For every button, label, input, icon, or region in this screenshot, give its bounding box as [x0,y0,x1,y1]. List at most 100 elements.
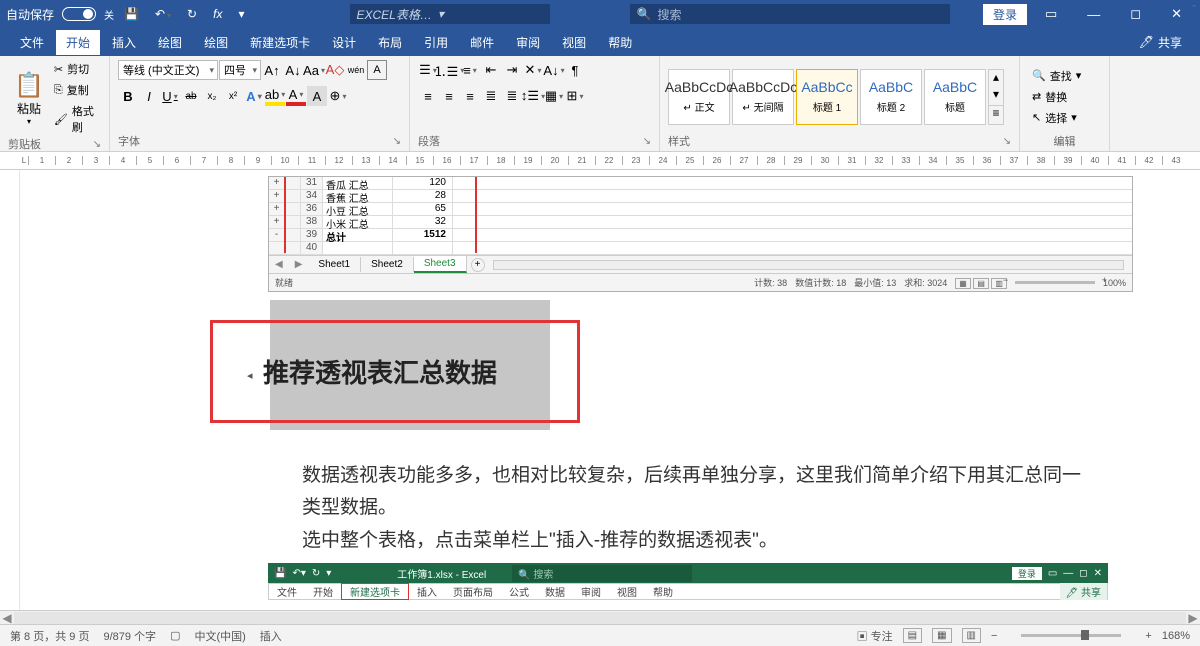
zoom-in-icon[interactable]: + [1145,630,1151,642]
minimize-icon[interactable]: — [1075,1,1112,28]
highlight-icon[interactable]: ab [265,86,285,106]
paste-button[interactable]: 📋 粘贴 ▾ [8,69,50,128]
mini-tab-3[interactable]: 插入 [409,584,445,599]
justify-icon[interactable]: ≣ [481,86,501,106]
tab-home[interactable]: 开始 [56,30,100,55]
tab-mail[interactable]: 邮件 [460,30,504,55]
number-list-icon[interactable]: ⒈☰ [439,60,459,80]
tab-newtab[interactable]: 新建选项卡 [240,30,320,55]
italic-button[interactable]: I [139,86,159,106]
tab-ref[interactable]: 引用 [414,30,458,55]
mini-tab-1[interactable]: 开始 [305,584,341,599]
table-row[interactable]: +36小豆 汇总65 [269,203,1132,216]
mini-tab-7[interactable]: 审阅 [573,584,609,599]
tab-draw1[interactable]: 绘图 [148,30,192,55]
find-button[interactable]: 🔍查找 ▾ [1028,67,1085,85]
clear-format-icon[interactable]: A◇ [325,60,345,80]
distribute-icon[interactable]: ≣ [502,86,522,106]
mini-tab-8[interactable]: 视图 [609,584,645,599]
style-card-1[interactable]: AaBbCcDc↵ 无间隔 [732,69,794,125]
mini-tab-4[interactable]: 页面布局 [445,584,501,599]
undo-icon[interactable]: ↶ [149,3,177,25]
style-card-4[interactable]: AaBbC标题 [924,69,986,125]
asian-layout-icon[interactable]: ✕ [523,60,543,80]
mini-undo-icon[interactable]: ↶▾ [292,568,305,579]
styles-more-icon[interactable]: ≡ [989,105,1003,124]
maximize-icon[interactable]: ◻ [1118,0,1153,28]
tab-layout[interactable]: 布局 [368,30,412,55]
subscript-button[interactable]: x₂ [202,86,222,106]
mini-mode-icon[interactable]: ▭ [1048,568,1057,579]
collapse-ribbon-icon[interactable]: ˆ [1192,4,1196,16]
format-painter-button[interactable]: 🖌格式刷 [50,102,101,136]
replace-button[interactable]: ⇄替换 [1028,88,1085,106]
mini-tab-9[interactable]: 帮助 [645,584,681,599]
status-page[interactable]: 第 8 页，共 9 页 [10,628,89,644]
align-left-icon[interactable]: ≡ [418,86,438,106]
heading-text[interactable]: 推荐透视表汇总数据 [263,358,497,388]
mini-maximize-icon[interactable]: ◻ [1079,568,1087,579]
status-focus[interactable]: ▣ 专注 [857,628,893,644]
sort-icon[interactable]: A↓ [544,60,564,80]
underline-button[interactable]: U [160,86,180,106]
paragraph-1[interactable]: 数据透视表功能多多，也相对比较复杂，后续再单独分享，这里我们简单介绍下用其汇总同… [302,460,1092,525]
cut-button[interactable]: ✂剪切 [50,60,101,78]
search-box[interactable]: 🔍 搜索 [630,4,950,24]
multilevel-list-icon[interactable]: ≡ [460,60,480,80]
view-read-icon[interactable]: ▤ [903,628,922,643]
excel-view-layout-icon[interactable]: ▤ [973,278,989,289]
tab-draw2[interactable]: 绘图 [194,30,238,55]
status-mode[interactable]: 插入 [260,628,282,644]
text-effects-icon[interactable]: A [244,86,264,106]
clipboard-expand-icon[interactable]: ↘ [93,139,101,150]
fx-icon[interactable]: fx [207,3,228,25]
mini-tab-0[interactable]: 文件 [269,584,305,599]
sheet-nav-next-icon[interactable]: ▶ [289,259,309,270]
sheet-tab-2[interactable]: Sheet2 [361,257,414,272]
table-row[interactable]: +34香蕉 汇总28 [269,190,1132,203]
zoom-out-icon[interactable]: − [991,630,997,642]
bold-button[interactable]: B [118,86,138,106]
share-button[interactable]: 🖊 共享 [1131,30,1190,55]
sheet-scrollbar[interactable] [493,260,1124,270]
excel-view-normal-icon[interactable]: ▦ [955,278,971,289]
phonetic-icon[interactable]: wén [346,60,366,80]
styles-expand-icon[interactable]: ↘ [1003,136,1011,147]
font-size-select[interactable]: 四号 [219,60,261,80]
char-border-icon[interactable]: A [367,60,387,80]
redo-icon[interactable]: ↻ [181,3,203,25]
shrink-font-icon[interactable]: A↓ [283,60,303,80]
mini-close-icon[interactable]: ✕ [1094,568,1102,579]
mini-save-icon[interactable]: 💾 [274,568,286,579]
strike-button[interactable]: ab [181,86,201,106]
sheet-tab-3[interactable]: Sheet3 [414,256,467,273]
table-row[interactable]: -39总计1512 [269,229,1132,242]
tab-review[interactable]: 审阅 [506,30,550,55]
vertical-ruler[interactable] [0,170,20,610]
char-shading-icon[interactable]: A [307,86,327,106]
style-card-2[interactable]: AaBbCc标题 1 [796,69,858,125]
align-right-icon[interactable]: ≡ [460,86,480,106]
show-marks-icon[interactable]: ¶ [565,60,585,80]
tab-view[interactable]: 视图 [552,30,596,55]
mini-minimize-icon[interactable]: — [1063,568,1073,579]
view-web-icon[interactable]: ▥ [962,628,981,643]
filename-box[interactable]: EXCEL表格… ▾ [350,4,550,24]
line-spacing-icon[interactable]: ↕☰ [523,86,543,106]
indent-inc-icon[interactable]: ⇥ [502,60,522,80]
mini-search[interactable]: 🔍 搜索 [512,565,692,582]
tab-file[interactable]: 文件 [10,30,54,55]
tab-help[interactable]: 帮助 [598,30,642,55]
table-row[interactable]: 40 [269,242,1132,255]
styles-up-icon[interactable]: ▴ [989,70,1003,88]
zoom-value[interactable]: 168% [1162,630,1190,642]
mini-redo-icon[interactable]: ↻ [312,568,320,579]
mini-tab-2[interactable]: 新建选项卡 [341,583,409,600]
add-sheet-icon[interactable]: + [471,258,485,272]
scroll-left-icon[interactable]: ◀ [0,611,14,625]
borders-icon[interactable]: ⊞ [565,86,585,106]
qat-dropdown-icon[interactable]: ▾ [232,3,250,25]
horizontal-ruler[interactable]: L123456789101112131415161718192021222324… [0,152,1200,170]
copy-button[interactable]: ⎘复制 [50,81,101,99]
mini-login-button[interactable]: 登录 [1012,567,1042,580]
